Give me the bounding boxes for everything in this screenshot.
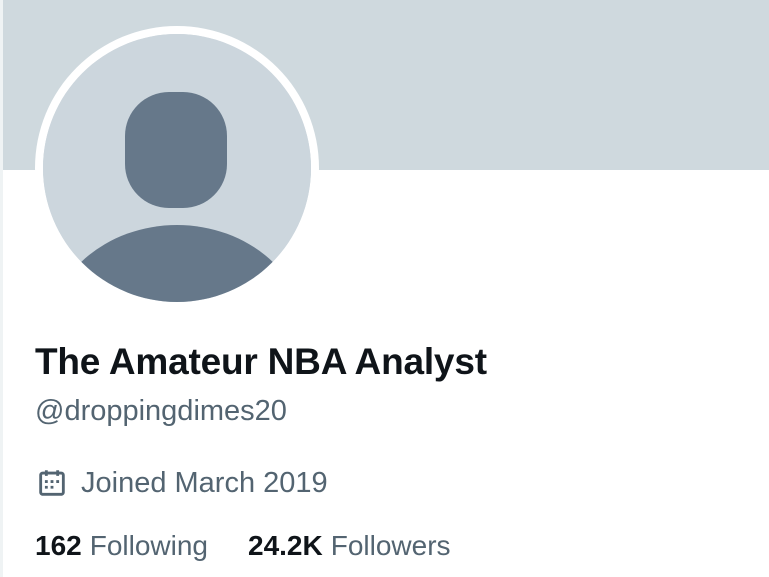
avatar[interactable] — [35, 26, 319, 310]
followers-link[interactable]: 24.2K Followers — [248, 528, 451, 564]
following-count: 162 — [35, 530, 82, 561]
join-date-label: Joined March 2019 — [81, 467, 328, 499]
user-handle: @droppingdimes20 — [35, 395, 287, 427]
followers-label: Followers — [330, 530, 451, 561]
display-name: The Amateur NBA Analyst — [35, 341, 487, 382]
follow-stats: 162 Following 24.2K Followers — [35, 528, 451, 564]
followers-count: 24.2K — [248, 530, 323, 561]
profile-header: The Amateur NBA Analyst @droppingdimes20… — [0, 0, 769, 577]
following-link[interactable]: 162 Following — [35, 528, 208, 564]
default-avatar-icon — [43, 34, 311, 302]
join-date: Joined March 2019 — [35, 464, 328, 502]
calendar-icon — [39, 470, 65, 496]
following-label: Following — [89, 530, 208, 561]
